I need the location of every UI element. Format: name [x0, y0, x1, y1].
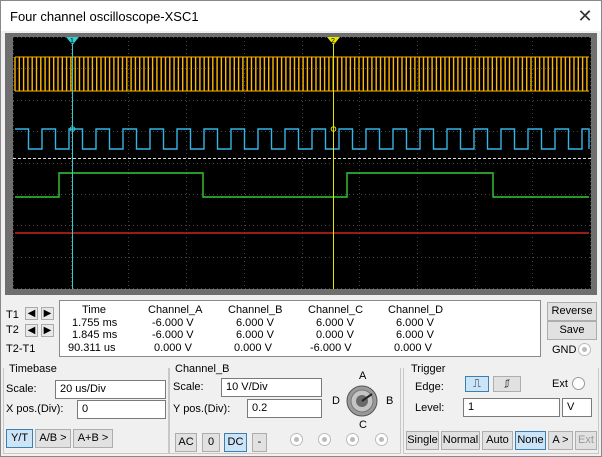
- t1-right-arrow-icon[interactable]: ▶: [41, 307, 54, 320]
- coupling-zero-button[interactable]: 0: [202, 433, 220, 452]
- level-label: Level:: [415, 402, 445, 414]
- mode-ab-button[interactable]: A/B >: [35, 429, 71, 448]
- t2-channel-b: 6.000 V: [236, 329, 274, 341]
- channel-radio-1[interactable]: [290, 433, 303, 446]
- timebase-scale-field[interactable]: 20 us/Div: [55, 380, 166, 399]
- channel-title: Channel_B: [175, 363, 230, 375]
- header-channel-d: Channel_D: [388, 304, 444, 316]
- title-bar[interactable]: Four channel oscilloscope-XSC1 ✕: [1, 1, 601, 31]
- ext-label: Ext: [552, 378, 568, 390]
- knob-label-c: C: [359, 419, 367, 431]
- t1-channel-d: 6.000 V: [396, 317, 434, 329]
- mode-a-plus-b-button[interactable]: A+B >: [73, 429, 113, 448]
- save-button[interactable]: Save: [547, 321, 597, 340]
- edge-label: Edge:: [415, 381, 444, 393]
- timebase-title: Timebase: [9, 363, 57, 375]
- oscilloscope-window: Four channel oscilloscope-XSC1 ✕ 12 T1 ◀…: [0, 0, 602, 457]
- t1-left-arrow-icon[interactable]: ◀: [25, 307, 38, 320]
- t2-cursor-label: 2: [331, 38, 335, 45]
- t2-channel-a: -6.000 V: [152, 329, 194, 341]
- channel-scale-field[interactable]: 10 V/Div: [221, 378, 322, 397]
- t2-left-arrow-icon[interactable]: ◀: [25, 324, 38, 337]
- t1-label: T1: [6, 309, 19, 321]
- trigger-ext-button[interactable]: Ext: [575, 431, 597, 450]
- delta-time: 90.311 us: [68, 342, 116, 354]
- rising-edge-icon[interactable]: ⎍: [465, 376, 489, 392]
- trigger-source-a-button[interactable]: A >: [548, 431, 573, 450]
- window-title: Four channel oscilloscope-XSC1: [10, 9, 199, 24]
- t1-channel-a: -6.000 V: [152, 317, 194, 329]
- ypos-label: Y pos.(Div):: [173, 403, 231, 415]
- reverse-button[interactable]: Reverse: [547, 302, 597, 321]
- t2-channel-d: 6.000 V: [396, 329, 434, 341]
- knob-label-a: A: [359, 370, 367, 382]
- oscilloscope-display: 12: [13, 37, 591, 289]
- coupling-dc-button[interactable]: DC: [224, 433, 247, 452]
- ext-radio[interactable]: [572, 377, 585, 390]
- trigger-none-button[interactable]: None: [515, 431, 546, 450]
- header-channel-c: Channel_C: [308, 304, 364, 316]
- header-channel-a: Channel_A: [148, 304, 203, 316]
- trigger-title: Trigger: [411, 363, 446, 375]
- cursor-readout-table: Time Channel_A Channel_B Channel_C Chann…: [59, 300, 541, 357]
- trigger-auto-button[interactable]: Auto: [482, 431, 513, 450]
- coupling-minus-button[interactable]: -: [252, 433, 267, 452]
- channel-radio-2[interactable]: [318, 433, 331, 446]
- channel-select-knob-icon[interactable]: [343, 384, 381, 418]
- channel-radio-4[interactable]: [375, 433, 388, 446]
- t2-time: 1.845 ms: [72, 329, 118, 341]
- header-time: Time: [82, 304, 107, 316]
- ypos-field[interactable]: 0.2: [247, 399, 322, 418]
- header-channel-b: Channel_B: [228, 304, 283, 316]
- waveform-plot: 12: [13, 37, 591, 289]
- channel-scale-label: Scale:: [173, 381, 204, 393]
- t1-cursor-label: 1: [70, 38, 74, 45]
- delta-channel-c: -6.000 V: [310, 342, 352, 354]
- t1-time: 1.755 ms: [72, 317, 118, 329]
- mode-yt-button[interactable]: Y/T: [6, 429, 33, 448]
- t2-label: T2: [6, 324, 19, 336]
- trigger-normal-button[interactable]: Normal: [441, 431, 480, 450]
- close-icon[interactable]: ✕: [573, 4, 597, 28]
- knob-label-b: B: [386, 395, 394, 407]
- t2-t1-label: T2-T1: [6, 343, 36, 355]
- t1-channel-c: 6.000 V: [316, 317, 354, 329]
- channel-a-trace: [14, 57, 588, 91]
- xpos-label: X pos.(Div):: [6, 403, 64, 415]
- t2-right-arrow-icon[interactable]: ▶: [41, 324, 54, 337]
- gnd-radio[interactable]: [578, 343, 591, 356]
- knob-label-d: D: [332, 395, 340, 407]
- channel-radio-3[interactable]: [346, 433, 359, 446]
- gnd-label: GND: [552, 344, 577, 356]
- delta-channel-b: 0.000 V: [234, 342, 272, 354]
- level-unit-field[interactable]: V: [562, 398, 592, 417]
- xpos-field[interactable]: 0: [77, 400, 166, 419]
- falling-edge-icon[interactable]: ⎎: [493, 376, 521, 392]
- trigger-single-button[interactable]: Single: [406, 431, 439, 450]
- timebase-scale-label: Scale:: [6, 383, 37, 395]
- delta-channel-d: 0.000 V: [394, 342, 432, 354]
- display-frame: 12: [5, 33, 597, 295]
- coupling-ac-button[interactable]: AC: [175, 433, 197, 452]
- t2-channel-c: 0.000 V: [316, 329, 354, 341]
- level-field[interactable]: 1: [463, 398, 560, 417]
- t1-channel-b: 6.000 V: [236, 317, 274, 329]
- delta-channel-a: 0.000 V: [154, 342, 192, 354]
